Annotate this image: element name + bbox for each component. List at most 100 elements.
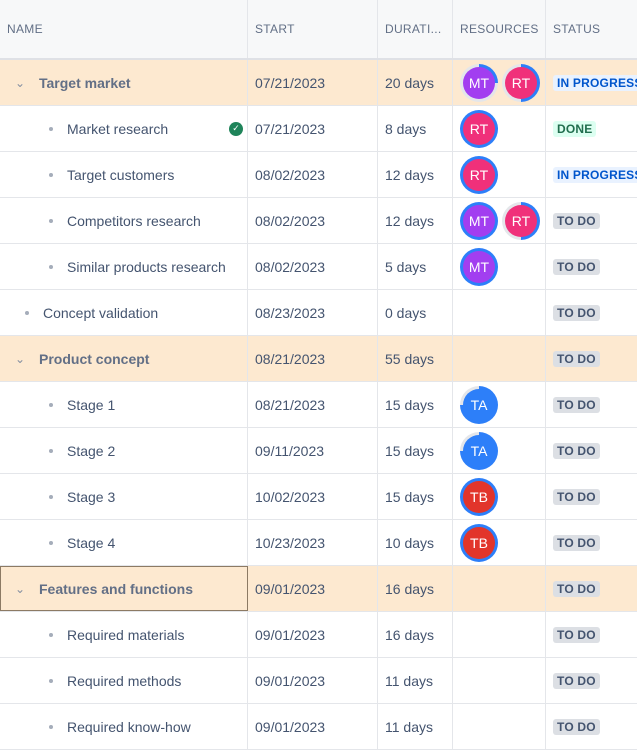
resources-cell[interactable]: RT [453,106,546,151]
resources-cell[interactable] [453,704,546,749]
group-row[interactable]: ⌄ Product concept 08/21/2023 55 days TO D… [0,336,637,382]
task-row[interactable]: Required methods 09/01/2023 11 days TO D… [0,658,637,704]
task-row[interactable]: Target customers 08/02/2023 12 days RT I… [0,152,637,198]
task-row[interactable]: Stage 3 10/02/2023 15 days TB TO DO [0,474,637,520]
start-cell[interactable]: 10/02/2023 [248,474,378,519]
start-cell[interactable]: 07/21/2023 [248,60,378,105]
start-cell[interactable]: 10/23/2023 [248,520,378,565]
duration-cell[interactable]: 12 days [378,152,453,197]
resources-cell[interactable] [453,612,546,657]
duration-cell[interactable]: 12 days [378,198,453,243]
duration-cell[interactable]: 15 days [378,382,453,427]
resource-avatar[interactable]: TA [460,385,498,424]
start-cell[interactable]: 08/02/2023 [248,244,378,289]
duration-cell[interactable]: 16 days [378,566,453,611]
column-header-resources[interactable]: RESOURCES [453,0,546,58]
name-cell[interactable]: Stage 2 [0,428,248,473]
name-cell[interactable]: Required methods [0,658,248,703]
resources-cell[interactable]: TA [453,428,546,473]
status-cell[interactable]: TO DO [546,612,637,657]
resource-avatar[interactable]: RT [460,109,498,148]
duration-cell[interactable]: 11 days [378,658,453,703]
start-cell[interactable]: 08/02/2023 [248,198,378,243]
resources-cell[interactable] [453,658,546,703]
start-cell[interactable]: 08/21/2023 [248,382,378,427]
name-cell[interactable]: ⌄ Product concept [0,336,248,381]
start-cell[interactable]: 09/01/2023 [248,566,378,611]
status-cell[interactable]: TO DO [546,704,637,749]
task-row[interactable]: Stage 1 08/21/2023 15 days TA TO DO [0,382,637,428]
resources-cell[interactable] [453,336,546,381]
start-cell[interactable]: 09/01/2023 [248,658,378,703]
task-row[interactable]: Concept validation 08/23/2023 0 days TO … [0,290,637,336]
task-row[interactable]: Market research ✓ 07/21/2023 8 days RT DO… [0,106,637,152]
name-cell[interactable]: Required materials [0,612,248,657]
duration-cell[interactable]: 8 days [378,106,453,151]
name-cell[interactable]: Target customers [0,152,248,197]
name-cell[interactable]: Concept validation [0,290,248,335]
duration-cell[interactable]: 55 days [378,336,453,381]
duration-cell[interactable]: 5 days [378,244,453,289]
duration-cell[interactable]: 15 days [378,474,453,519]
start-cell[interactable]: 08/02/2023 [248,152,378,197]
task-row[interactable]: Competitors research 08/02/2023 12 days … [0,198,637,244]
name-cell[interactable]: Competitors research [0,198,248,243]
resources-cell[interactable]: TB [453,520,546,565]
status-cell[interactable]: TO DO [546,290,637,335]
chevron-down-icon[interactable]: ⌄ [15,582,29,596]
status-cell[interactable]: TO DO [546,244,637,289]
duration-cell[interactable]: 10 days [378,520,453,565]
resource-avatar[interactable]: MT [460,201,498,240]
resource-avatar[interactable]: RT [502,201,540,240]
name-cell[interactable]: Stage 1 [0,382,248,427]
resources-cell[interactable]: MT RT [453,198,546,243]
resource-avatar[interactable]: TA [460,431,498,470]
duration-cell[interactable]: 0 days [378,290,453,335]
duration-cell[interactable]: 16 days [378,612,453,657]
start-cell[interactable]: 09/01/2023 [248,612,378,657]
status-cell[interactable]: TO DO [546,474,637,519]
group-row[interactable]: ⌄ Target market 07/21/2023 20 days MT RT I… [0,60,637,106]
chevron-down-icon[interactable]: ⌄ [15,352,29,366]
status-cell[interactable]: TO DO [546,428,637,473]
resource-avatar[interactable]: TB [460,523,498,562]
start-cell[interactable]: 07/21/2023 [248,106,378,151]
task-row[interactable]: Stage 4 10/23/2023 10 days TB TO DO [0,520,637,566]
resource-avatar[interactable]: RT [502,63,540,102]
name-cell[interactable]: ⌄ Target market [0,60,248,105]
column-header-name[interactable]: NAME [0,0,248,58]
start-cell[interactable]: 08/23/2023 [248,290,378,335]
status-cell[interactable]: TO DO [546,658,637,703]
start-cell[interactable]: 09/01/2023 [248,704,378,749]
task-row[interactable]: Stage 2 09/11/2023 15 days TA TO DO [0,428,637,474]
status-cell[interactable]: TO DO [546,520,637,565]
resource-avatar[interactable]: MT [460,247,498,286]
column-header-duration[interactable]: DURATI... [378,0,453,58]
resource-avatar[interactable]: TB [460,477,498,516]
resource-avatar[interactable]: MT [460,63,498,102]
start-cell[interactable]: 08/21/2023 [248,336,378,381]
name-cell[interactable]: Stage 3 [0,474,248,519]
chevron-down-icon[interactable]: ⌄ [15,76,29,90]
resource-avatar[interactable]: RT [460,155,498,194]
resources-cell[interactable] [453,566,546,611]
task-row[interactable]: Required know-how 09/01/2023 11 days TO … [0,704,637,750]
name-cell[interactable]: Market research ✓ [0,106,248,151]
name-cell[interactable]: Required know-how [0,704,248,749]
status-cell[interactable]: TO DO [546,382,637,427]
start-cell[interactable]: 09/11/2023 [248,428,378,473]
status-cell[interactable]: IN PROGRESS [546,60,637,105]
name-cell[interactable]: ⌄ Features and functions [0,566,248,611]
resources-cell[interactable]: MT [453,244,546,289]
status-cell[interactable]: IN PROGRESS [546,152,637,197]
duration-cell[interactable]: 11 days [378,704,453,749]
status-cell[interactable]: TO DO [546,336,637,381]
resources-cell[interactable]: MT RT [453,60,546,105]
column-header-start[interactable]: START [248,0,378,58]
group-row[interactable]: ⌄ Features and functions 09/01/2023 16 da… [0,566,637,612]
column-header-status[interactable]: STATUS [546,0,637,58]
name-cell[interactable]: Stage 4 [0,520,248,565]
resources-cell[interactable] [453,290,546,335]
status-cell[interactable]: DONE [546,106,637,151]
status-cell[interactable]: TO DO [546,198,637,243]
